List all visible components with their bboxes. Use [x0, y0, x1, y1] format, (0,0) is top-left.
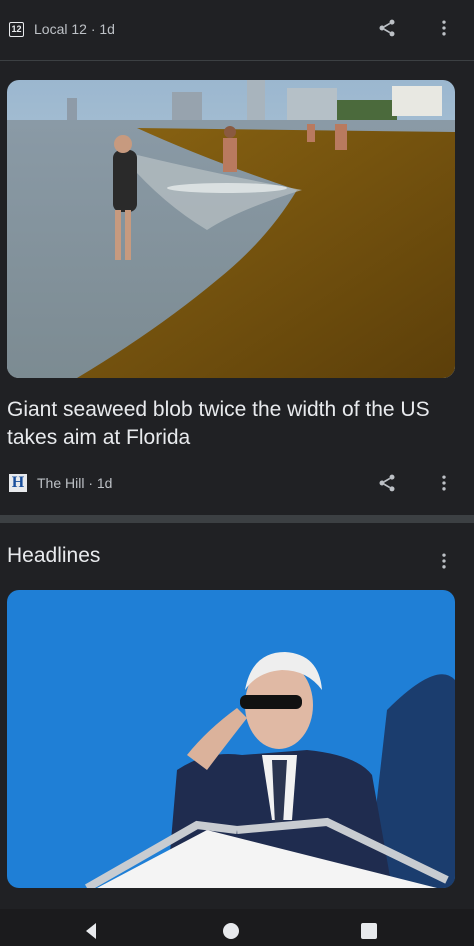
home-button[interactable] — [214, 917, 248, 945]
share-button[interactable] — [371, 467, 403, 499]
share-icon — [379, 474, 395, 492]
share-icon — [379, 19, 395, 37]
source-label: The Hill · 1d — [37, 475, 113, 491]
article-image[interactable] — [7, 80, 455, 378]
more-options-button[interactable] — [428, 12, 460, 44]
recents-button[interactable] — [352, 917, 386, 945]
article-headline[interactable]: Giant seaweed blob twice the width of th… — [7, 396, 457, 452]
more-options-button[interactable] — [428, 545, 460, 577]
back-icon — [86, 923, 96, 939]
back-button[interactable] — [74, 917, 108, 945]
divider — [0, 60, 474, 61]
headline-image[interactable] — [7, 590, 455, 888]
share-button[interactable] — [371, 12, 403, 44]
beach-seaweed-photo — [7, 80, 455, 378]
section-title: Headlines — [7, 544, 101, 567]
more-vert-icon — [442, 475, 446, 491]
more-options-button[interactable] — [428, 467, 460, 499]
more-vert-icon — [442, 20, 446, 36]
system-nav-bar — [0, 909, 474, 946]
local12-logo: 12 — [9, 21, 24, 37]
section-divider — [0, 515, 474, 523]
the-hill-logo: H — [9, 474, 27, 492]
more-vert-icon — [442, 553, 446, 569]
recents-icon — [361, 923, 377, 939]
saluting-man-photo — [7, 590, 455, 888]
home-icon — [223, 923, 239, 939]
source-label: Local 12 · 1d — [34, 21, 115, 37]
